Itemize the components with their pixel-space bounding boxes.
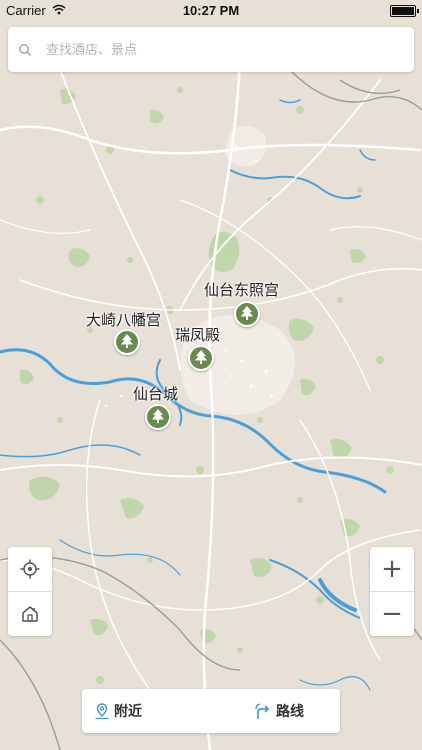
nearby-label: 附近 xyxy=(114,704,142,720)
tree-icon[interactable] xyxy=(234,301,260,327)
plus-icon: + xyxy=(381,554,403,584)
clock-label: 10:27 PM xyxy=(182,3,240,18)
tree-icon[interactable] xyxy=(188,345,214,371)
nearby-button[interactable]: 附近 xyxy=(94,689,142,733)
map-left-controls xyxy=(8,547,52,636)
tree-icon[interactable] xyxy=(114,329,140,355)
crosshair-icon xyxy=(20,559,40,579)
search-bar[interactable] xyxy=(8,27,414,72)
zoom-out-button[interactable]: − xyxy=(370,592,414,636)
poi-label-sendai-toshogu[interactable]: 仙台东照宫 xyxy=(204,279,279,300)
location-pin-icon xyxy=(95,703,109,720)
route-icon xyxy=(255,703,270,719)
minus-icon: − xyxy=(381,599,403,629)
locate-button[interactable] xyxy=(8,547,52,591)
home-icon xyxy=(22,606,38,622)
search-icon xyxy=(18,42,32,61)
route-button[interactable]: 路线 xyxy=(254,689,304,733)
bottom-action-bar: 附近 路线 xyxy=(82,689,340,733)
battery-icon xyxy=(390,5,419,17)
route-label: 路线 xyxy=(276,704,304,720)
map-canvas[interactable] xyxy=(0,0,422,750)
poi-label-sendai-castle[interactable]: 仙台城 xyxy=(133,383,178,404)
zoom-controls: + − xyxy=(370,547,414,636)
tree-icon[interactable] xyxy=(145,404,171,430)
map-screen: Carrier 10:27 PM 仙台东照宫 大崎八幡宫 瑞凤殿 xyxy=(0,0,422,750)
zoom-in-button[interactable]: + xyxy=(370,547,414,591)
poi-label-zuihoden[interactable]: 瑞凤殿 xyxy=(175,324,220,345)
home-button[interactable] xyxy=(8,592,52,636)
poi-label-osaki-hachimangu[interactable]: 大崎八幡宫 xyxy=(86,309,161,330)
status-bar: Carrier 10:27 PM xyxy=(0,0,422,22)
search-input[interactable] xyxy=(44,33,408,67)
